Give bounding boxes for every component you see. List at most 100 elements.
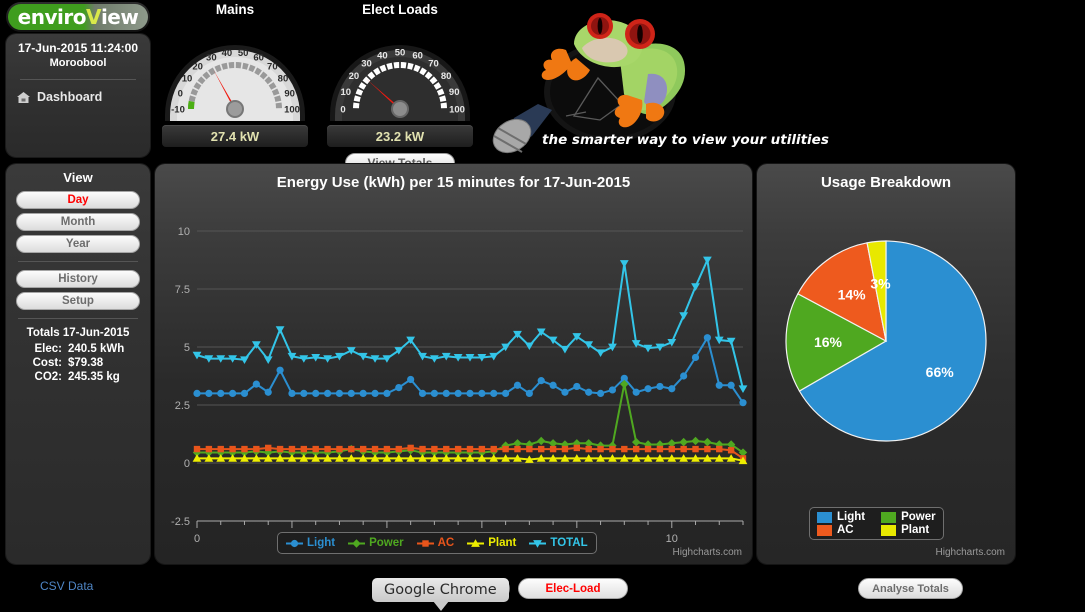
pie-legend-label-light: Light xyxy=(837,511,866,523)
history-button[interactable]: History xyxy=(16,270,140,288)
pie-label-power: 16% xyxy=(814,334,843,350)
csv-data-link[interactable]: CSV Data xyxy=(40,579,93,593)
usage-breakdown-panel: Usage Breakdown 66% 16% 14% 3% Light Power AC… xyxy=(757,164,1015,564)
legend-item-total[interactable]: TOTAL xyxy=(529,537,588,549)
svg-text:10: 10 xyxy=(182,74,193,85)
svg-text:10: 10 xyxy=(341,87,352,98)
divider xyxy=(18,318,138,319)
totals-row-co2: CO2: 245.35 kg xyxy=(16,371,140,383)
legend-label-light: Light xyxy=(307,537,336,549)
legend-label-plant: Plant xyxy=(488,537,517,549)
legend-marker-power xyxy=(348,538,366,548)
pie-legend-swatch-light xyxy=(817,511,832,523)
site-name: Moroobool xyxy=(49,57,107,69)
enviroview-logo: enviro View xyxy=(6,2,150,32)
legend-label-power: Power xyxy=(369,537,404,549)
legend-marker-plant xyxy=(467,538,485,547)
pie-legend-label-power: Power xyxy=(901,511,936,523)
svg-text:60: 60 xyxy=(412,50,423,61)
svg-text:30: 30 xyxy=(361,58,372,69)
legend-label-ac: AC xyxy=(437,537,455,549)
legend-marker-ac xyxy=(416,539,434,547)
gauge-elect-loads-title: Elect Loads xyxy=(362,2,438,17)
pie-label-plant: 3% xyxy=(870,275,891,291)
highcharts-credit[interactable]: Highcharts.com xyxy=(673,547,742,558)
energy-use-line-chart: -2.502.557.5100246810 xyxy=(171,226,748,545)
totals-row-elec: Elec: 240.5 kWh xyxy=(16,343,140,355)
view-panel: View Day Month Year History Setup Totals… xyxy=(6,164,150,564)
totals-value-co2: 245.35 kg xyxy=(68,371,120,383)
pie-legend-swatch-power xyxy=(881,511,897,523)
view-button-month[interactable]: Month xyxy=(16,213,140,231)
legend-label-total: TOTAL xyxy=(550,537,588,549)
pie-title: Usage Breakdown xyxy=(820,174,952,191)
gauge-mains-title: Mains xyxy=(215,2,255,17)
gauge-elect-loads-readout: 23.2 kW xyxy=(327,125,473,147)
pie-legend-item-light[interactable]: Light xyxy=(817,511,865,523)
svg-text:80: 80 xyxy=(278,74,289,85)
svg-text:40: 40 xyxy=(377,50,388,61)
logo-text-v: V xyxy=(85,5,101,29)
totals-title: Totals 17-Jun-2015 xyxy=(26,327,130,339)
totals-label-cost: Cost: xyxy=(32,357,62,369)
legend-marker-total xyxy=(529,539,547,548)
tagline: the smarter way to view your utilities xyxy=(542,132,829,148)
gauge-mains: Mains -10 0 10 20 30 40 50 60 70 80 90 100 27.4 kW xyxy=(162,2,308,147)
totals-value-elec: 240.5 kWh xyxy=(68,343,125,355)
pie-label-light: 66% xyxy=(926,364,955,380)
view-button-day[interactable]: Day xyxy=(16,191,140,209)
google-chrome-tooltip: Google Chrome xyxy=(372,578,509,611)
svg-text:5: 5 xyxy=(184,342,190,354)
sidebar-item-dashboard[interactable]: Dashboard xyxy=(6,90,150,104)
svg-text:40: 40 xyxy=(222,48,233,59)
enviroview-dashboard: enviro View 17-Jun-2015 11:24:00 Morooboo… xyxy=(0,0,1085,612)
current-datetime: 17-Jun-2015 11:24:00 xyxy=(17,41,139,55)
sidebar-item-dashboard-label: Dashboard xyxy=(37,90,103,104)
pie-legend-item-plant[interactable]: Plant xyxy=(881,524,936,536)
svg-text:30: 30 xyxy=(206,53,217,64)
view-button-year[interactable]: Year xyxy=(16,235,140,253)
legend-item-light[interactable]: Light xyxy=(286,537,335,549)
gauge-elect-loads: Elect Loads 0 10 20 30 40 50 60 70 80 90 100 23.2 … xyxy=(327,2,473,173)
svg-text:20: 20 xyxy=(192,61,203,72)
svg-text:10: 10 xyxy=(666,533,678,545)
pie-legend-swatch-ac xyxy=(817,524,832,536)
pie-legend[interactable]: Light Power AC Plant xyxy=(809,507,944,540)
energy-use-chart-panel: Energy Use (kWh) per 15 minutes for 17-J… xyxy=(155,164,752,564)
analyse-totals-button[interactable]: Analyse Totals xyxy=(858,578,963,599)
legend-marker-light xyxy=(286,539,303,547)
chart-title: Energy Use (kWh) per 15 minutes for 17-J… xyxy=(276,174,631,191)
pie-legend-swatch-plant xyxy=(881,524,897,536)
svg-text:100: 100 xyxy=(284,105,300,116)
svg-text:-10: -10 xyxy=(171,105,185,116)
elec-load-button[interactable]: Elec-Load xyxy=(518,578,628,599)
svg-text:90: 90 xyxy=(284,88,295,99)
pie-legend-item-power[interactable]: Power xyxy=(881,511,936,523)
pie-legend-item-ac[interactable]: AC xyxy=(817,524,865,536)
chart-legend[interactable]: Light Power AC Plant TOTAL xyxy=(277,532,597,554)
divider xyxy=(18,261,138,262)
svg-text:100: 100 xyxy=(449,105,465,116)
gauge-elect-loads-face: 0 10 20 30 40 50 60 70 80 90 100 xyxy=(327,19,473,124)
usage-breakdown-pie-chart: 66% 16% 14%3% xyxy=(785,240,987,442)
svg-text:7.5: 7.5 xyxy=(175,284,190,296)
svg-text:90: 90 xyxy=(449,87,460,98)
legend-item-ac[interactable]: AC xyxy=(416,537,455,549)
divider xyxy=(20,79,136,80)
svg-text:10: 10 xyxy=(178,226,190,238)
home-icon xyxy=(17,91,30,103)
legend-item-plant[interactable]: Plant xyxy=(467,537,516,549)
gauge-mains-readout: 27.4 kW xyxy=(162,125,308,147)
svg-text:50: 50 xyxy=(395,48,406,59)
setup-button[interactable]: Setup xyxy=(16,292,140,310)
highcharts-credit[interactable]: Highcharts.com xyxy=(936,547,1005,558)
frog-lightbulb-banner: the smarter way to view your utilities xyxy=(470,0,829,160)
logo-text-enviro: enviro xyxy=(17,5,87,29)
svg-text:70: 70 xyxy=(267,61,278,72)
svg-text:80: 80 xyxy=(441,71,452,82)
svg-text:2.5: 2.5 xyxy=(175,400,190,412)
svg-text:-2.5: -2.5 xyxy=(171,516,190,528)
svg-text:50: 50 xyxy=(238,48,249,59)
legend-item-power[interactable]: Power xyxy=(348,537,404,549)
totals-value-cost: $79.38 xyxy=(68,357,104,369)
